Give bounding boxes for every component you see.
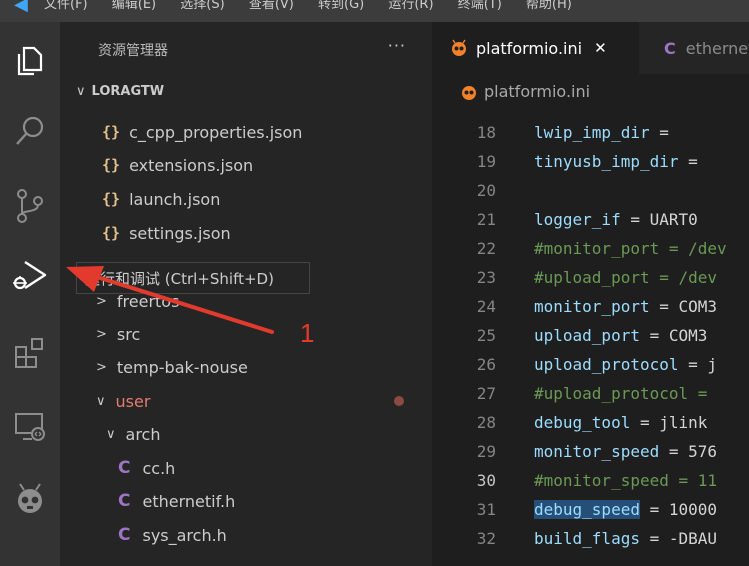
annotation-arrow xyxy=(66,266,274,334)
annotation-number: 1 xyxy=(300,318,315,348)
